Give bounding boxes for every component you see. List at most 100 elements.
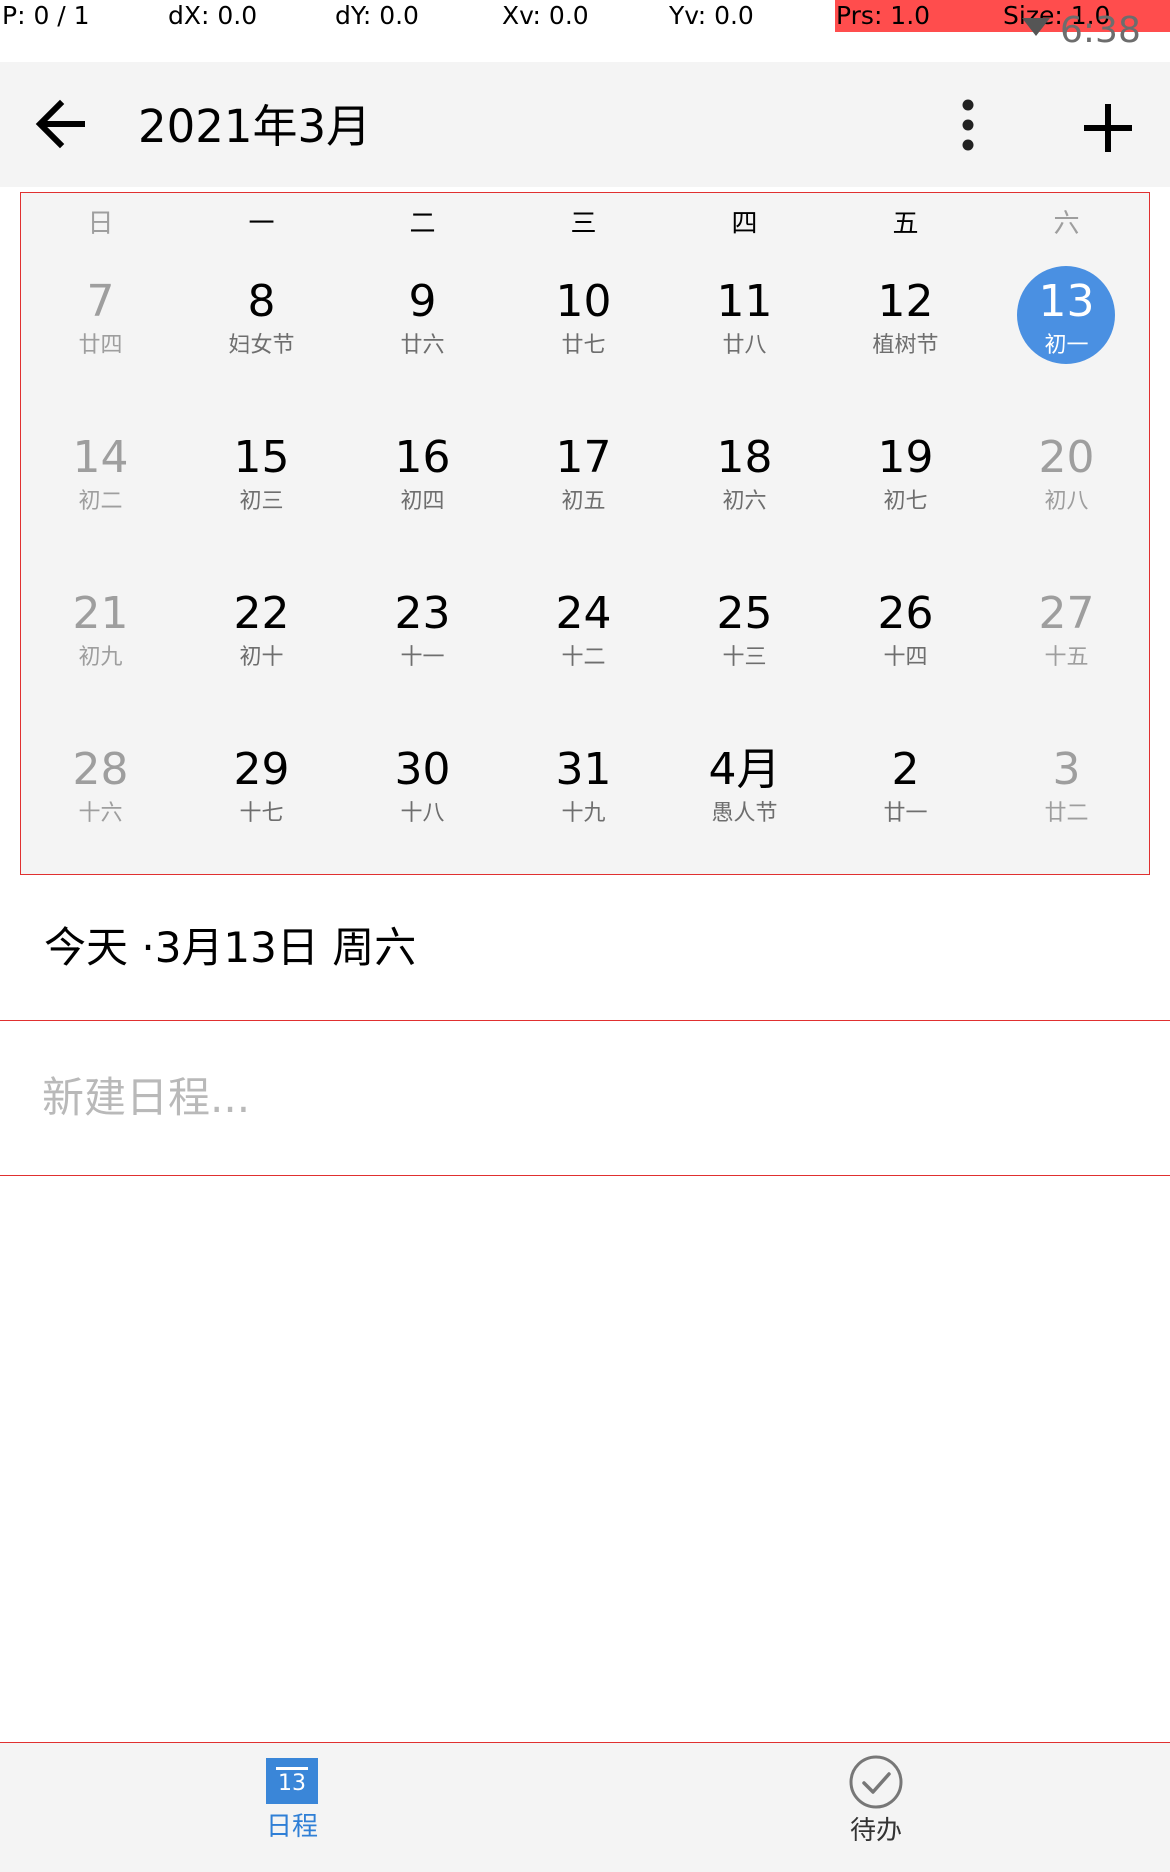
calendar-day-cell[interactable]: 8 妇女节: [181, 252, 342, 407]
day-number: 15: [233, 432, 290, 483]
calendar-icon-day: 13: [278, 1771, 306, 1796]
calendar-day-cell[interactable]: 19 初七: [825, 408, 986, 563]
calendar-day-cell[interactable]: 17 初五: [503, 408, 664, 563]
calendar-day-cell[interactable]: 20 初八: [986, 408, 1147, 563]
lunar-date: 植树节: [872, 333, 939, 358]
day-number: 3: [1052, 744, 1081, 795]
day-number: 27: [1038, 588, 1095, 639]
add-event-button[interactable]: [1072, 92, 1144, 164]
weekday-label: 六: [1053, 209, 1080, 239]
lunar-date: 初四: [400, 489, 445, 514]
day-number: 4月: [708, 744, 781, 795]
lunar-date: 十一: [400, 645, 445, 670]
calendar-day-cell[interactable]: 4月愚人节: [664, 720, 825, 875]
calendar-day-cell[interactable]: 29 十七: [181, 720, 342, 875]
day-number: 11: [716, 276, 773, 327]
tab-schedule-label: 日程: [265, 1812, 318, 1842]
lunar-date: 初一: [1044, 333, 1089, 358]
day-number: 14: [72, 432, 129, 483]
lunar-date: 初九: [78, 645, 123, 670]
day-number: 19: [877, 432, 934, 483]
weekday-label: 三: [570, 209, 597, 239]
debug-dy: dY: 0.0: [335, 1, 419, 30]
calendar-day-cell[interactable]: 30 十八: [342, 720, 503, 875]
calendar-day-cell[interactable]: 9 廿六: [342, 252, 503, 407]
calendar-day-cell[interactable]: 15 初三: [181, 408, 342, 563]
lunar-date: 廿二: [1044, 801, 1089, 826]
debug-xv: Xv: 0.0: [502, 1, 589, 30]
more-options-button[interactable]: [935, 92, 1001, 158]
day-number: 13: [1038, 276, 1095, 327]
day-number: 24: [555, 588, 612, 639]
day-number: 16: [394, 432, 451, 483]
weekday-label: 一: [248, 209, 275, 239]
calendar-icon: 13: [266, 1758, 318, 1804]
wifi-icon: [1022, 18, 1050, 36]
day-number: 12: [877, 276, 934, 327]
calendar-day-cell[interactable]: 10 廿七: [503, 252, 664, 407]
lunar-date: 十七: [239, 801, 284, 826]
today-label: 今天 ·3月13日 周六: [44, 923, 417, 972]
lunar-date: 十六: [78, 801, 123, 826]
weekday-label: 五: [892, 209, 919, 239]
calendar-day-cell[interactable]: 2 廿一: [825, 720, 986, 875]
more-vert-icon: [962, 99, 974, 151]
lunar-date: 十二: [561, 645, 606, 670]
lunar-date: 廿一: [883, 801, 928, 826]
calendar-day-cell[interactable]: 13 初一: [986, 252, 1147, 407]
day-number: 20: [1038, 432, 1095, 483]
lunar-date: 廿七: [561, 333, 606, 358]
day-number: 21: [72, 588, 129, 639]
calendar-day-cell[interactable]: 11 廿八: [664, 252, 825, 407]
calendar-day-cell[interactable]: 14 初二: [20, 408, 181, 563]
lunar-date: 妇女节: [228, 333, 295, 358]
lunar-date: 愚人节: [711, 801, 778, 826]
status-clock: 6:38: [1060, 10, 1141, 51]
day-number: 28: [72, 744, 129, 795]
tab-todo-label: 待办: [849, 1816, 902, 1846]
day-number: 9: [408, 276, 437, 327]
new-event-input[interactable]: 新建日程...: [42, 1068, 250, 1128]
debug-dx: dX: 0.0: [168, 1, 258, 30]
lunar-date: 初六: [722, 489, 767, 514]
day-number: 17: [555, 432, 612, 483]
day-number: 23: [394, 588, 451, 639]
lunar-date: 十九: [561, 801, 606, 826]
calendar-day-cell[interactable]: 7 廿四: [20, 252, 181, 407]
calendar-day-cell[interactable]: 21 初九: [20, 564, 181, 719]
calendar-day-cell[interactable]: 25 十三: [664, 564, 825, 719]
calendar-day-cell[interactable]: 27 十五: [986, 564, 1147, 719]
lunar-date: 初七: [883, 489, 928, 514]
lunar-date: 廿四: [78, 333, 123, 358]
weekday-label: 四: [731, 209, 758, 239]
calendar-day-cell[interactable]: 3 廿二: [986, 720, 1147, 875]
lunar-date: 初十: [239, 645, 284, 670]
lunar-date: 初三: [239, 489, 284, 514]
day-number: 22: [233, 588, 290, 639]
day-number: 26: [877, 588, 934, 639]
weekday-label: 二: [409, 209, 436, 239]
day-number: 7: [86, 276, 115, 327]
lunar-date: 十四: [883, 645, 928, 670]
calendar-day-cell[interactable]: 12 植树节: [825, 252, 986, 407]
calendar-day-cell[interactable]: 24 十二: [503, 564, 664, 719]
debug-pointer-count: P: 0 / 1: [2, 1, 90, 30]
calendar-day-cell[interactable]: 31 十九: [503, 720, 664, 875]
lunar-date: 初八: [1044, 489, 1089, 514]
day-number: 18: [716, 432, 773, 483]
lunar-date: 十五: [1044, 645, 1089, 670]
calendar-day-cell[interactable]: 23 十一: [342, 564, 503, 719]
day-number: 2: [891, 744, 920, 795]
lunar-date: 初五: [561, 489, 606, 514]
back-button[interactable]: [20, 82, 104, 166]
calendar-day-cell[interactable]: 26 十四: [825, 564, 986, 719]
day-number: 10: [555, 276, 612, 327]
calendar-day-cell[interactable]: 16 初四: [342, 408, 503, 563]
lunar-date: 十八: [400, 801, 445, 826]
day-number: 8: [247, 276, 276, 327]
arrow-left-icon: [35, 99, 85, 149]
calendar-day-cell[interactable]: 22 初十: [181, 564, 342, 719]
calendar-day-cell[interactable]: 18 初六: [664, 408, 825, 563]
debug-yv: Yv: 0.0: [669, 1, 754, 30]
calendar-day-cell[interactable]: 28 十六: [20, 720, 181, 875]
